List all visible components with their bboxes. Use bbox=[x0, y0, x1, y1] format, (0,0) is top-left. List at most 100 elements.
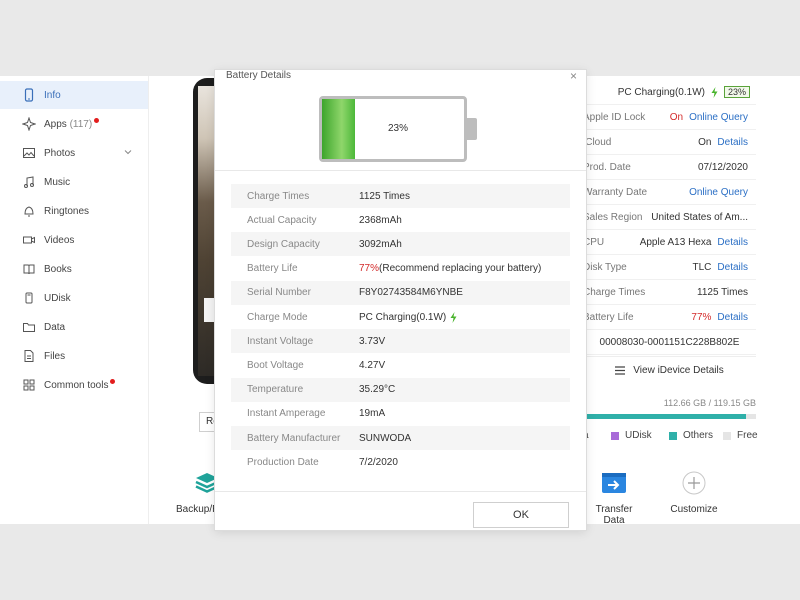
battery-percent: 23% bbox=[387, 123, 408, 134]
battery-graphic: 23% bbox=[319, 96, 477, 162]
lightning-icon bbox=[711, 86, 718, 98]
transfer-icon bbox=[601, 470, 627, 496]
sidebar-item-info[interactable]: Info bbox=[0, 81, 148, 109]
detail-label: Charge Mode bbox=[247, 311, 308, 323]
detail-label: Production Date bbox=[247, 456, 319, 468]
legend-item-others: Others bbox=[669, 430, 713, 441]
book-icon bbox=[22, 262, 36, 276]
detail-label: Serial Number bbox=[247, 287, 311, 299]
transfer-data-label: Transfer Data bbox=[595, 504, 633, 524]
sidebar-item-label: Photos bbox=[44, 147, 76, 159]
battery-detail-row: Temperature 35.29°C bbox=[231, 377, 570, 402]
layers-icon bbox=[194, 470, 215, 496]
info-label: Prod. Date bbox=[583, 161, 631, 173]
photos-icon bbox=[22, 146, 36, 160]
detail-label: Boot Voltage bbox=[247, 359, 304, 371]
sidebar-item-books[interactable]: Books bbox=[0, 255, 148, 283]
detail-value: 1125 Times bbox=[359, 190, 410, 202]
sidebar-item-apps[interactable]: Apps (117) bbox=[0, 110, 148, 138]
sidebar-item-ringtones[interactable]: Ringtones bbox=[0, 197, 148, 225]
sidebar-item-music[interactable]: Music bbox=[0, 168, 148, 196]
info-row: iCloud On Details bbox=[583, 130, 756, 155]
sidebar-item-data[interactable]: Data bbox=[0, 313, 148, 341]
bell-icon bbox=[22, 204, 36, 218]
info-value: TLC bbox=[692, 261, 712, 273]
info-value: On bbox=[698, 136, 712, 148]
detail-value-group: 35.29°C bbox=[359, 384, 395, 395]
phone-icon bbox=[22, 88, 36, 102]
info-link[interactable]: Online Query bbox=[689, 187, 748, 198]
transfer-data-tool[interactable]: Transfer Data bbox=[584, 470, 644, 524]
sidebar-item-photos[interactable]: Photos bbox=[0, 139, 148, 167]
info-value: On bbox=[669, 111, 684, 123]
sidebar-item-files[interactable]: Files bbox=[0, 342, 148, 370]
list-icon bbox=[615, 366, 626, 375]
info-link[interactable]: Details bbox=[717, 137, 748, 148]
storage-usage: 112.66 GB / 119.15 GB bbox=[663, 398, 756, 408]
info-value-group: United States of Am... bbox=[651, 212, 748, 223]
sidebar-item-label: Ringtones bbox=[44, 205, 90, 217]
info-value: 07/12/2020 bbox=[697, 161, 748, 173]
info-link[interactable]: Online Query bbox=[689, 112, 748, 123]
battery-detail-row: Battery Life 77% (Recommend replacing you… bbox=[231, 257, 570, 281]
backup-tool[interactable]: Backup/R bbox=[170, 470, 215, 515]
sidebar-item-label: Videos bbox=[44, 234, 75, 246]
info-value-group: TLC Details bbox=[693, 262, 748, 273]
battery-detail-row: Battery Manufacturer SUNWODA bbox=[231, 426, 570, 450]
grid-icon bbox=[22, 378, 36, 392]
apps-icon bbox=[22, 117, 36, 131]
info-label: Battery Life bbox=[583, 311, 634, 323]
detail-value-group: SUNWODA bbox=[359, 433, 411, 444]
info-link[interactable]: Details bbox=[717, 312, 748, 323]
customize-label: Customize bbox=[670, 504, 718, 515]
view-idevice-details-button[interactable]: View iDevice Details bbox=[583, 356, 756, 384]
sidebar-item-label: Books bbox=[44, 263, 72, 275]
plus-icon bbox=[681, 470, 707, 496]
music-icon bbox=[22, 175, 36, 189]
info-label: iCloud bbox=[583, 136, 612, 148]
sidebar-item-udisk[interactable]: UDisk bbox=[0, 284, 148, 312]
detail-value: F8Y02743584M6YNBE bbox=[359, 287, 463, 299]
info-value: 1125 Times bbox=[697, 286, 748, 298]
legend-swatch bbox=[611, 431, 619, 440]
sidebar-item-common-tools[interactable]: Common tools bbox=[0, 371, 148, 399]
serial-code: 00008030-0001151C228B802E bbox=[599, 336, 740, 348]
info-value: United States of Am... bbox=[651, 211, 748, 223]
info-link[interactable]: Details bbox=[717, 237, 748, 248]
chevron-down-icon[interactable] bbox=[124, 148, 132, 156]
sidebar-item-videos[interactable]: Videos bbox=[0, 226, 148, 254]
info-label: Warranty Date bbox=[583, 186, 648, 198]
info-value-group: 07/12/2020 bbox=[698, 162, 748, 173]
detail-label: Charge Times bbox=[247, 190, 310, 202]
close-icon[interactable]: × bbox=[570, 70, 577, 82]
info-row: Sales Region United States of Am... bbox=[583, 205, 756, 230]
storage-bar bbox=[583, 414, 756, 419]
detail-value-group: 77% (Recommend replacing your battery) bbox=[359, 263, 541, 274]
battery-detail-row: Production Date 7/2/2020 bbox=[231, 450, 570, 474]
sidebar-item-label: UDisk bbox=[44, 292, 71, 304]
udisk-icon bbox=[22, 291, 36, 305]
customize-tool[interactable]: Customize bbox=[664, 470, 724, 515]
info-label: Sales Region bbox=[583, 211, 643, 223]
battery-percent-badge: 23% bbox=[723, 86, 750, 98]
detail-label: Instant Voltage bbox=[247, 335, 314, 347]
notification-dot bbox=[94, 118, 100, 123]
detail-value-group: 1125 Times bbox=[359, 191, 410, 202]
info-row: Warranty Date Online Query bbox=[583, 180, 756, 205]
info-value-group: 1125 Times bbox=[697, 287, 748, 298]
detail-value: 3092mAh bbox=[359, 238, 402, 250]
info-label: Charge Times bbox=[583, 286, 646, 298]
detail-value: 4.27V bbox=[359, 359, 386, 371]
detail-value: SUNWODA bbox=[359, 432, 412, 444]
detail-value-group: 3.73V bbox=[359, 336, 385, 347]
detail-label: Actual Capacity bbox=[247, 214, 317, 226]
detail-value-group: F8Y02743584M6YNBE bbox=[359, 287, 463, 298]
info-value-group: On Details bbox=[698, 137, 748, 148]
info-link[interactable]: Details bbox=[717, 262, 748, 273]
video-icon bbox=[22, 233, 36, 247]
sidebar: Info Apps (117) Photos Music Ringtones V… bbox=[0, 76, 149, 524]
ok-button[interactable]: OK bbox=[473, 502, 569, 528]
detail-label: Battery Manufacturer bbox=[247, 432, 341, 444]
battery-detail-row: Serial Number F8Y02743584M6YNBE bbox=[231, 280, 570, 305]
charging-row: PC Charging(0.1W) 23% bbox=[583, 80, 756, 105]
